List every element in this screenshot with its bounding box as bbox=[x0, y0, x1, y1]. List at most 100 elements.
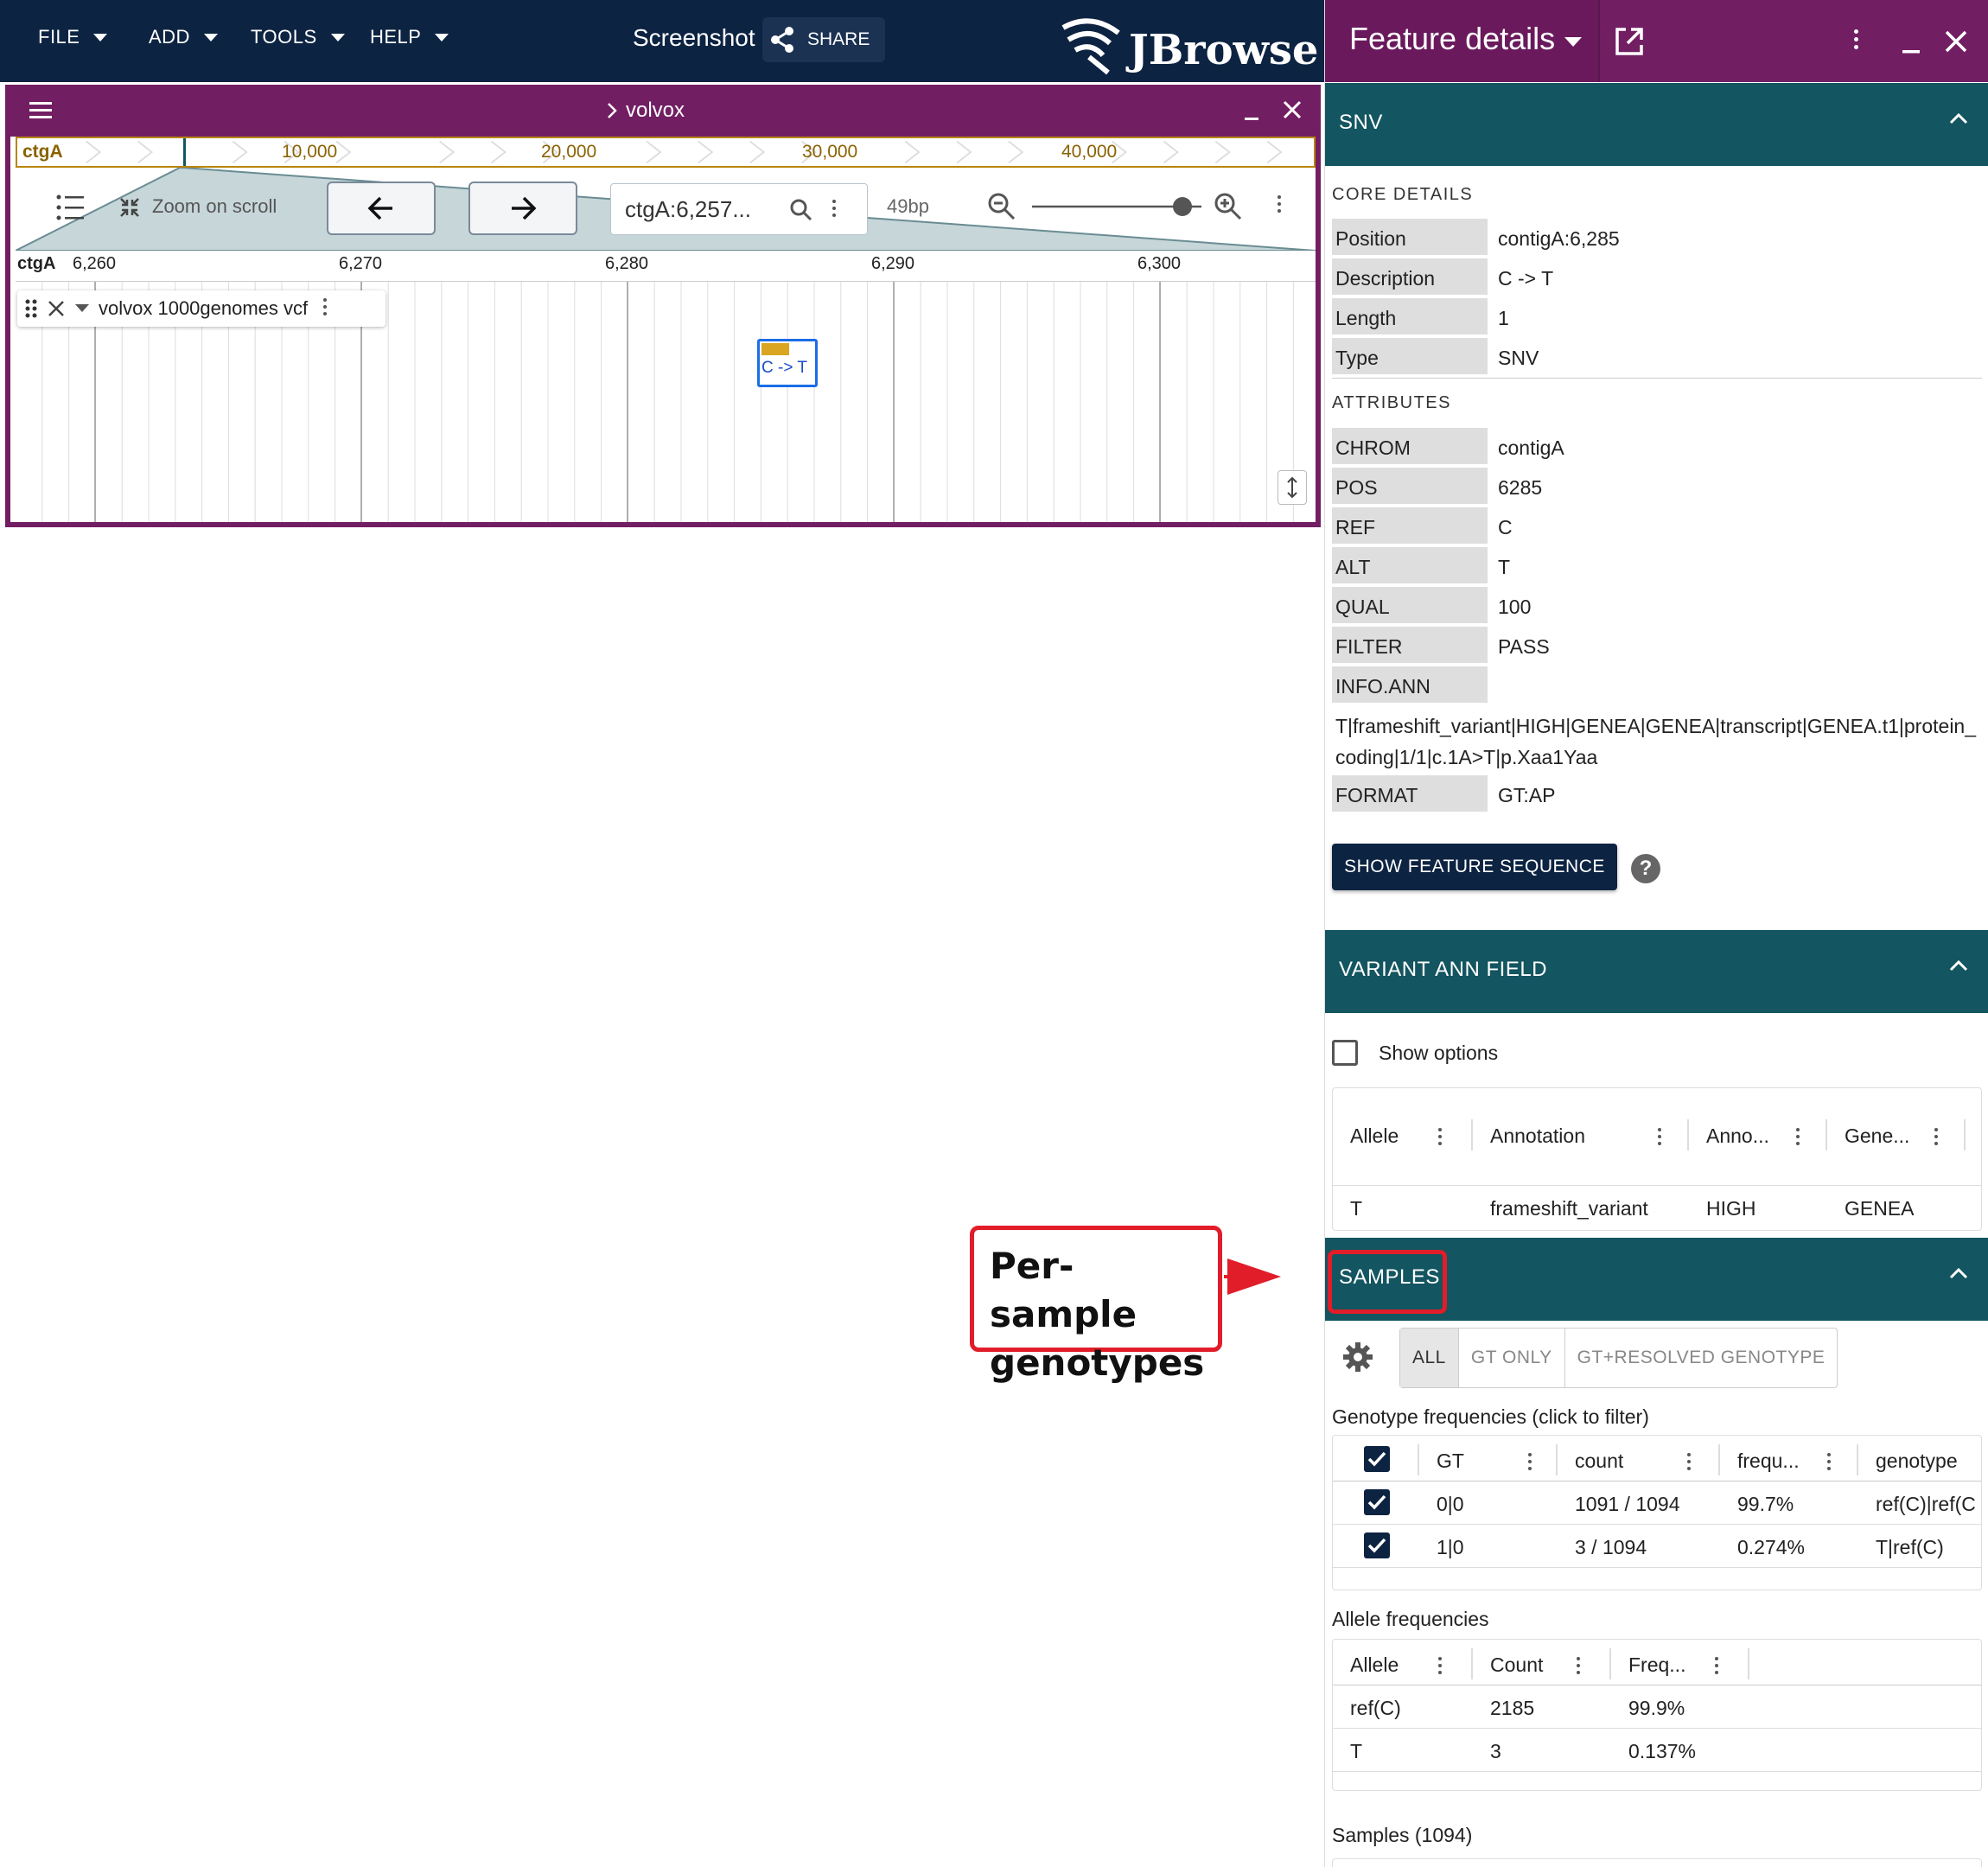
variant-feature[interactable]: C -> T bbox=[757, 339, 818, 387]
gt-col-genotype[interactable]: genotype bbox=[1876, 1450, 1958, 1473]
open-in-new-icon[interactable] bbox=[1614, 26, 1645, 57]
overview-tick-label: 30,000 bbox=[802, 142, 858, 162]
table-cell: T|ref(C) bbox=[1876, 1536, 1944, 1558]
track-selector-icon[interactable] bbox=[55, 194, 86, 221]
show-options-checkbox[interactable] bbox=[1332, 1040, 1358, 1066]
table-cell: 99.9% bbox=[1628, 1697, 1685, 1719]
table-cell: ref(C) bbox=[1350, 1697, 1401, 1719]
select-all-checkbox[interactable] bbox=[1364, 1446, 1390, 1472]
gt-col-frequency[interactable]: frequ... bbox=[1737, 1450, 1800, 1473]
column-menu-icon[interactable] bbox=[1827, 1453, 1831, 1474]
allele-col-count[interactable]: Count bbox=[1490, 1654, 1543, 1677]
row-checkbox[interactable] bbox=[1364, 1532, 1390, 1558]
ann-col-impact[interactable]: Anno... bbox=[1706, 1125, 1769, 1148]
ann-col-allele[interactable]: Allele bbox=[1350, 1125, 1399, 1148]
table-cell: HIGH bbox=[1706, 1197, 1756, 1220]
column-separator[interactable] bbox=[1964, 1119, 1966, 1150]
file-menu[interactable]: FILE bbox=[38, 26, 108, 48]
table-cell: T bbox=[1350, 1197, 1363, 1220]
drag-handle-icon[interactable] bbox=[24, 298, 38, 319]
show-feature-sequence-button[interactable]: SHOW FEATURE SEQUENCE bbox=[1332, 844, 1617, 890]
help-icon[interactable]: ? bbox=[1631, 854, 1660, 883]
search-icon[interactable] bbox=[789, 198, 813, 222]
minimize-icon[interactable] bbox=[1901, 35, 1921, 55]
widget-select[interactable]: Feature details bbox=[1325, 0, 1600, 82]
overview-scalebar[interactable]: ctgA 10,000 20,000 30,000 40,000 bbox=[16, 137, 1316, 168]
arrow-right-icon bbox=[512, 196, 537, 220]
zoom-on-scroll-label[interactable]: Zoom on scroll bbox=[152, 195, 277, 218]
variant-ann-section-header[interactable]: VARIANT ANN FIELD bbox=[1325, 930, 1988, 1013]
samples-table bbox=[1332, 1858, 1982, 1867]
column-menu-icon[interactable] bbox=[1687, 1453, 1691, 1474]
column-menu-icon[interactable] bbox=[1438, 1128, 1442, 1149]
column-menu-icon[interactable] bbox=[1658, 1128, 1661, 1149]
linear-genome-view: volvox ctgA 10,000 20,000 30,000 40,000 … bbox=[5, 85, 1321, 527]
zoom-slider[interactable] bbox=[1030, 194, 1203, 220]
ann-col-gene[interactable]: Gene... bbox=[1845, 1125, 1909, 1148]
jbrowse-logo: JBrowse bbox=[1056, 16, 1318, 76]
column-separator[interactable] bbox=[1471, 1648, 1473, 1679]
table-cell: 99.7% bbox=[1737, 1493, 1794, 1515]
attribute-row: INFO.ANN bbox=[1332, 666, 1982, 704]
add-menu[interactable]: ADD bbox=[149, 26, 218, 48]
minimize-icon[interactable] bbox=[1241, 104, 1262, 124]
settings-gear-icon[interactable] bbox=[1342, 1341, 1373, 1373]
snv-section-header[interactable]: SNV bbox=[1325, 83, 1988, 166]
ann-col-annotation[interactable]: Annotation bbox=[1490, 1125, 1585, 1148]
close-track-icon[interactable] bbox=[47, 299, 66, 318]
ruler-chrom-label: ctgA bbox=[17, 254, 56, 273]
view-menu-icon[interactable] bbox=[1278, 195, 1281, 216]
column-separator[interactable] bbox=[1471, 1119, 1473, 1150]
column-menu-icon[interactable] bbox=[1577, 1657, 1580, 1678]
column-menu-icon[interactable] bbox=[1438, 1657, 1442, 1678]
feature-details-drawer: Feature details SNV CORE DETAILS Positio… bbox=[1324, 0, 1988, 1867]
tools-menu[interactable]: TOOLS bbox=[251, 26, 345, 48]
genotype-table: GT count frequ... genotype 0|0 1091 / 10… bbox=[1332, 1435, 1982, 1590]
checkmark-icon bbox=[1367, 1494, 1386, 1510]
gt-col-gt[interactable]: GT bbox=[1437, 1450, 1464, 1473]
row-checkbox[interactable] bbox=[1364, 1489, 1390, 1515]
track-resize-handle[interactable] bbox=[1278, 470, 1307, 505]
close-icon[interactable] bbox=[1944, 29, 1968, 54]
column-separator[interactable] bbox=[1857, 1444, 1858, 1475]
attribute-row: QUAL 100 bbox=[1332, 587, 1982, 625]
location-search-input[interactable]: ctgA:6,257... bbox=[610, 183, 868, 235]
zoom-in-icon[interactable] bbox=[1214, 192, 1243, 221]
feature-bar bbox=[761, 343, 789, 355]
column-menu-icon[interactable] bbox=[1715, 1657, 1718, 1678]
share-button[interactable]: SHARE bbox=[762, 17, 885, 62]
toggle-gt-resolved[interactable]: GT+RESOLVED GENOTYPE bbox=[1565, 1329, 1838, 1387]
view-name[interactable]: volvox bbox=[626, 99, 685, 123]
allele-col-frequency[interactable]: Freq... bbox=[1628, 1654, 1685, 1677]
gt-col-count[interactable]: count bbox=[1575, 1450, 1623, 1473]
column-separator[interactable] bbox=[1718, 1444, 1720, 1475]
column-separator[interactable] bbox=[1687, 1119, 1689, 1150]
location-menu-icon[interactable] bbox=[832, 200, 836, 220]
column-separator[interactable] bbox=[1609, 1648, 1611, 1679]
checkmark-icon bbox=[1367, 1538, 1386, 1553]
close-icon[interactable] bbox=[1281, 99, 1303, 121]
scroll-right-button[interactable] bbox=[468, 182, 577, 235]
help-menu[interactable]: HELP bbox=[370, 26, 449, 48]
session-title[interactable]: Screenshot bbox=[633, 24, 755, 52]
column-menu-icon[interactable] bbox=[1796, 1128, 1800, 1149]
column-separator[interactable] bbox=[1556, 1444, 1558, 1475]
chevron-down-icon[interactable] bbox=[74, 303, 90, 314]
core-row: Length 1 bbox=[1332, 298, 1982, 336]
toggle-all[interactable]: ALL bbox=[1400, 1329, 1459, 1387]
allele-col-allele[interactable]: Allele bbox=[1350, 1654, 1399, 1677]
drawer-menu-icon[interactable] bbox=[1854, 29, 1858, 53]
column-menu-icon[interactable] bbox=[1934, 1128, 1938, 1149]
chevron-right-icon bbox=[608, 103, 617, 118]
column-menu-icon[interactable] bbox=[1528, 1453, 1532, 1474]
column-separator[interactable] bbox=[1826, 1119, 1827, 1150]
column-separator[interactable] bbox=[1748, 1648, 1749, 1679]
scroll-left-button[interactable] bbox=[327, 182, 436, 235]
track-menu-icon[interactable] bbox=[323, 298, 328, 319]
column-separator[interactable] bbox=[1418, 1444, 1419, 1475]
zoom-on-scroll-icon[interactable] bbox=[118, 195, 142, 220]
zoom-out-icon[interactable] bbox=[987, 192, 1016, 221]
hamburger-menu-icon[interactable] bbox=[28, 100, 54, 121]
toggle-gt-only[interactable]: GT ONLY bbox=[1459, 1329, 1565, 1387]
samples-count-label: Samples (1094) bbox=[1332, 1824, 1473, 1846]
